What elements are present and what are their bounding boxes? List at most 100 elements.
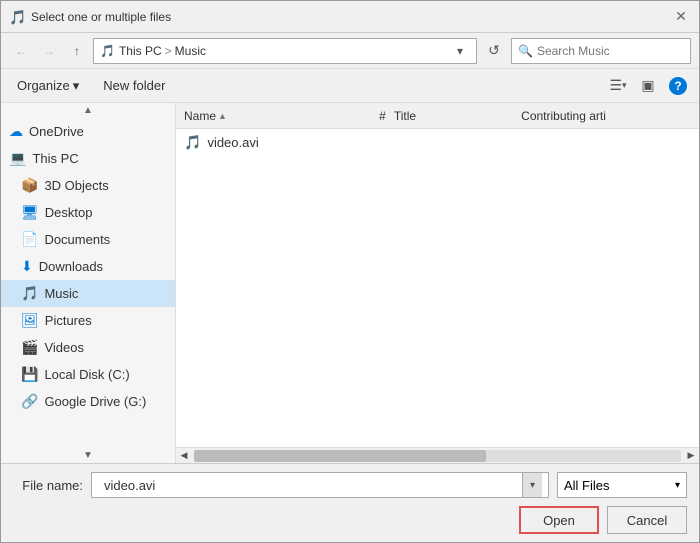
sidebar-item-label: Local Disk (C:): [44, 367, 129, 382]
breadcrumb-this-pc: This PC: [119, 44, 162, 58]
up-button[interactable]: ↑: [65, 39, 89, 63]
cancel-label: Cancel: [627, 513, 667, 528]
table-row[interactable]: 🎵 video.avi: [176, 129, 699, 155]
open-button[interactable]: Open: [519, 506, 599, 534]
sidebar-item-label: OneDrive: [29, 124, 84, 139]
filetype-dropdown-icon: ▾: [675, 480, 680, 491]
videos-icon: 🎬: [21, 339, 38, 356]
secondary-toolbar: Organize ▾ New folder ☰ ▾ ▣ ?: [1, 69, 699, 103]
close-button[interactable]: ✕: [671, 7, 691, 27]
sort-icon: ▲: [218, 111, 227, 121]
sidebar-item-this-pc[interactable]: 💻 This PC: [1, 145, 175, 172]
sidebar: ▲ ☁ OneDrive 💻 This PC 📦 3D Objects 🖥 De…: [1, 103, 176, 463]
filename-label: File name:: [13, 478, 83, 493]
open-label: Open: [543, 513, 575, 528]
back-button[interactable]: ←: [9, 39, 33, 63]
horizontal-scrollbar: ◀ ▶: [176, 447, 699, 463]
preview-icon: ▣: [641, 77, 654, 94]
filename-input[interactable]: [98, 478, 522, 493]
downloads-icon: ⬇: [21, 258, 33, 275]
filename-row: File name: ▾ All Files ▾: [13, 472, 687, 498]
col-title-label: Title: [394, 109, 416, 123]
organize-label: Organize: [17, 78, 70, 93]
sidebar-item-label: Downloads: [39, 259, 103, 274]
hscroll-thumb: [194, 450, 486, 462]
sidebar-item-label: Videos: [44, 340, 84, 355]
col-header-title[interactable]: Title: [394, 109, 521, 123]
google-drive-icon: 🔗: [21, 393, 38, 410]
breadcrumb-sep1: >: [165, 44, 172, 58]
col-hash-label: #: [379, 109, 386, 123]
desktop-icon: 🖥: [21, 204, 39, 221]
sidebar-item-documents[interactable]: 📄 Documents: [1, 226, 175, 253]
sidebar-scroll-up[interactable]: ▲: [1, 103, 175, 118]
this-pc-icon: 💻: [9, 150, 26, 167]
view-icon: ☰: [609, 77, 622, 94]
sidebar-item-label: Documents: [44, 232, 110, 247]
filetype-value: All Files: [564, 478, 610, 493]
file-dialog: 🎵 Select one or multiple files ✕ ← → ↑ 🎵…: [0, 0, 700, 543]
search-icon: 🔍: [518, 44, 533, 58]
filename-dropdown-btn[interactable]: ▾: [522, 473, 542, 497]
filetype-select[interactable]: All Files ▾: [557, 472, 687, 498]
sidebar-item-label: Music: [44, 286, 78, 301]
music-icon: 🎵: [21, 285, 38, 302]
organize-dropdown-icon: ▾: [73, 78, 80, 94]
file-name: video.avi: [207, 135, 258, 150]
col-header-hash[interactable]: #: [354, 109, 394, 123]
vlc-icon: 🎵: [9, 9, 25, 25]
preview-button[interactable]: ▣: [635, 73, 661, 99]
onedrive-icon: ☁: [9, 123, 23, 140]
sidebar-item-label: Google Drive (G:): [44, 394, 146, 409]
view-controls: ☰ ▾ ▣ ?: [605, 73, 691, 99]
organize-button[interactable]: Organize ▾: [9, 75, 87, 97]
file-list: Name ▲ # Title Contributing arti 🎵: [176, 103, 699, 463]
buttons-row: Open Cancel: [13, 506, 687, 534]
col-name-label: Name: [184, 109, 216, 123]
new-folder-button[interactable]: New folder: [95, 75, 173, 96]
sidebar-item-label: 3D Objects: [44, 178, 108, 193]
sidebar-item-google-drive[interactable]: 🔗 Google Drive (G:): [1, 388, 175, 415]
col-header-contrib[interactable]: Contributing arti: [521, 109, 691, 123]
dialog-title: Select one or multiple files: [31, 10, 671, 24]
refresh-button[interactable]: ↺: [481, 38, 507, 64]
col-contrib-label: Contributing arti: [521, 109, 606, 123]
hscroll-left-button[interactable]: ◀: [176, 448, 192, 464]
sidebar-item-music[interactable]: 🎵 Music: [1, 280, 175, 307]
file-name-cell: 🎵 video.avi: [184, 134, 347, 151]
sidebar-scroll-down[interactable]: ▼: [1, 448, 175, 463]
search-box: 🔍: [511, 38, 691, 64]
cancel-button[interactable]: Cancel: [607, 506, 687, 534]
search-input[interactable]: [537, 44, 684, 58]
sidebar-item-3d-objects[interactable]: 📦 3D Objects: [1, 172, 175, 199]
sidebar-item-label: This PC: [32, 151, 78, 166]
sidebar-item-downloads[interactable]: ⬇ Downloads: [1, 253, 175, 280]
bottom-bar: File name: ▾ All Files ▾ Open Cancel: [1, 463, 699, 542]
view-button[interactable]: ☰ ▾: [605, 73, 631, 99]
hscroll-track[interactable]: [194, 450, 681, 462]
nav-toolbar: ← → ↑ 🎵 This PC > Music ▾ ↺ 🔍: [1, 33, 699, 69]
sidebar-item-desktop[interactable]: 🖥 Desktop: [1, 199, 175, 226]
view-dropdown-icon: ▾: [622, 80, 627, 91]
sidebar-item-label: Pictures: [45, 313, 92, 328]
documents-icon: 📄: [21, 231, 38, 248]
sidebar-item-onedrive[interactable]: ☁ OneDrive: [1, 118, 175, 145]
forward-button[interactable]: →: [37, 39, 61, 63]
vlc-file-icon: 🎵: [184, 134, 201, 151]
filename-input-wrapper: ▾: [91, 472, 549, 498]
help-icon: ?: [669, 77, 687, 95]
help-button[interactable]: ?: [665, 73, 691, 99]
sidebar-item-pictures[interactable]: 🖼 Pictures: [1, 307, 175, 334]
sidebar-item-label: Desktop: [45, 205, 93, 220]
breadcrumb-dropdown-btn[interactable]: ▾: [450, 44, 470, 58]
hscroll-right-button[interactable]: ▶: [683, 448, 699, 464]
col-header-name[interactable]: Name ▲: [184, 109, 354, 123]
breadcrumb-music: Music: [175, 44, 206, 58]
local-disk-icon: 💾: [21, 366, 38, 383]
file-list-body: 🎵 video.avi: [176, 129, 699, 447]
3d-objects-icon: 📦: [21, 177, 38, 194]
pictures-icon: 🖼: [21, 312, 39, 329]
sidebar-item-videos[interactable]: 🎬 Videos: [1, 334, 175, 361]
breadcrumb[interactable]: 🎵 This PC > Music ▾: [93, 38, 477, 64]
sidebar-item-local-disk[interactable]: 💾 Local Disk (C:): [1, 361, 175, 388]
